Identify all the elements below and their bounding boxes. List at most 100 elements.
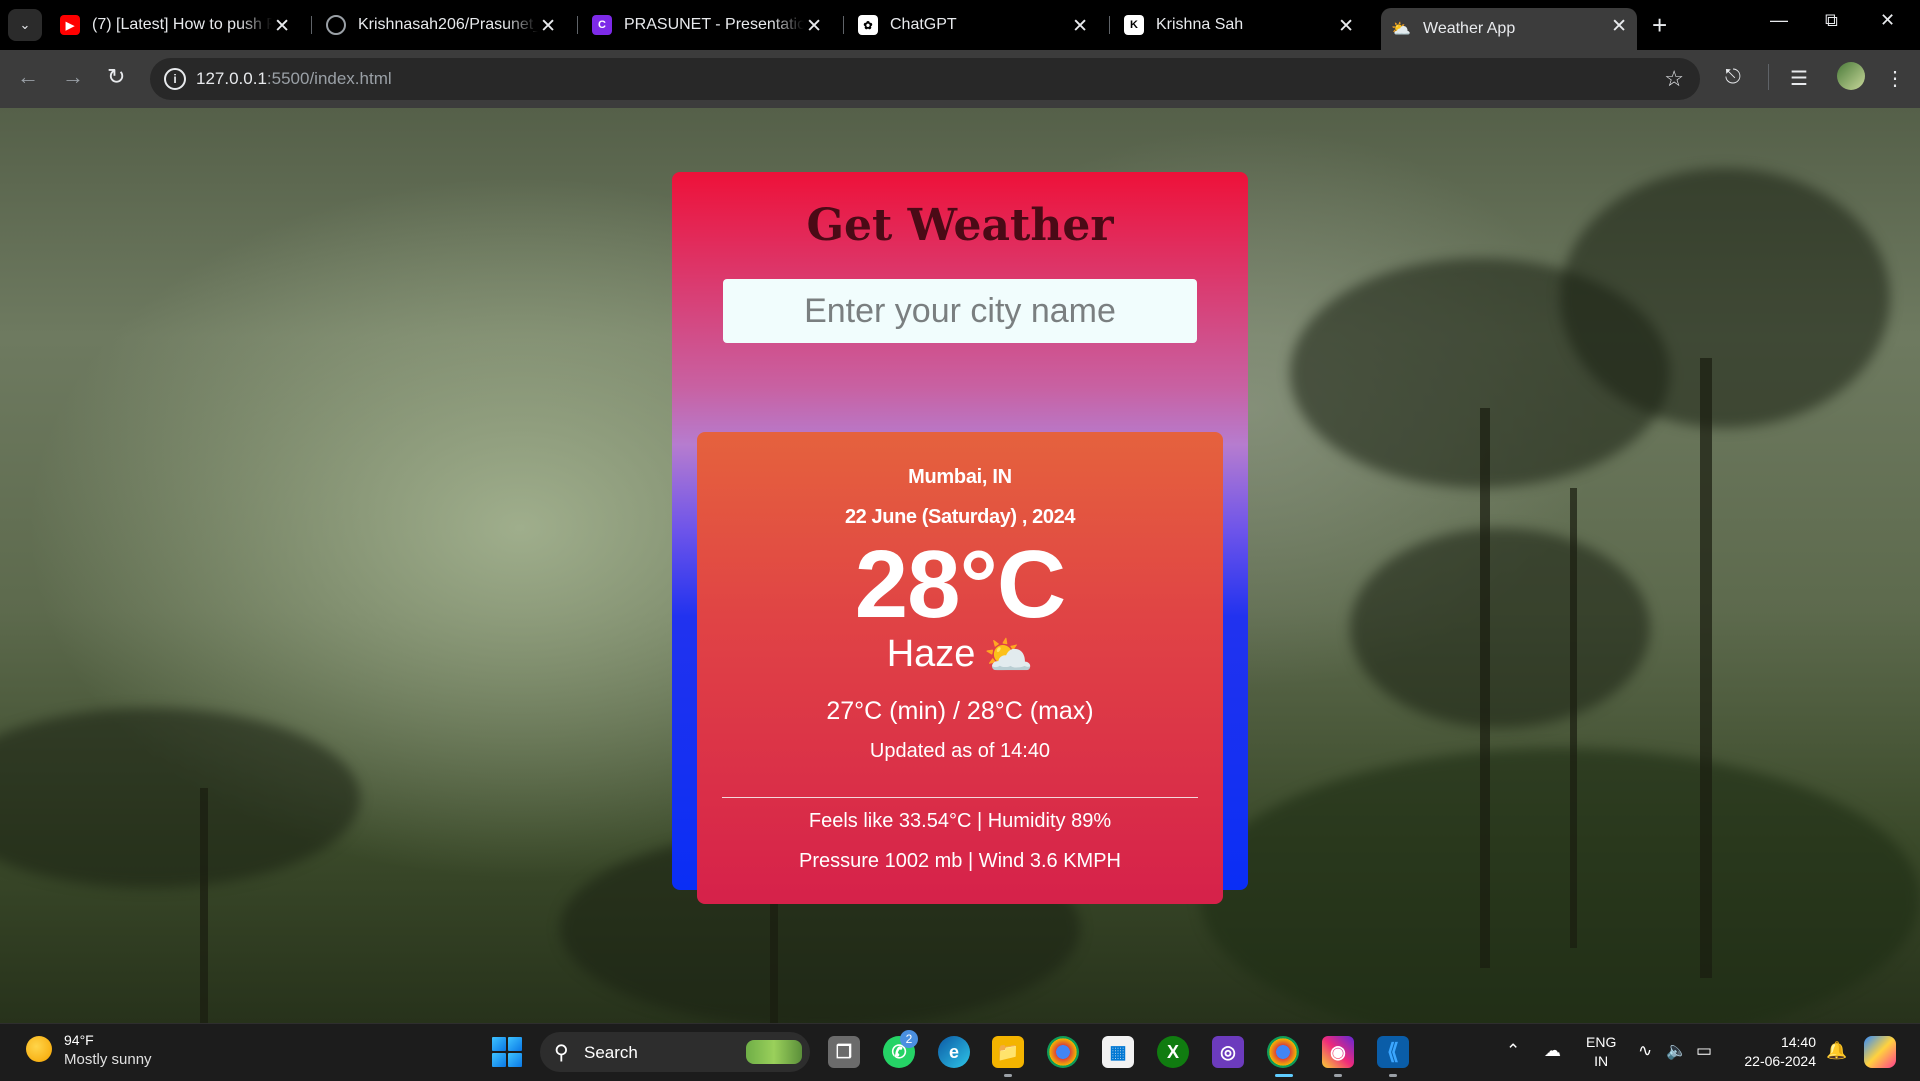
task-view-icon[interactable]: ❒	[828, 1036, 860, 1068]
weather-result-panel: Mumbai, IN 22 June (Saturday) , 2024 28°…	[697, 432, 1223, 904]
chatgpt-icon: ✿	[858, 15, 878, 35]
whatsapp-badge: 2	[900, 1030, 918, 1048]
tree-canopy	[1560, 168, 1890, 428]
city-name: Mumbai, IN	[908, 466, 1012, 488]
pressure-wind: Pressure 1002 mb | Wind 3.6 KMPH	[799, 850, 1121, 872]
extensions-puzzle-icon[interactable]: ⎋	[1725, 66, 1741, 89]
tab-title: Krishna Sah	[1156, 16, 1244, 33]
k-logo-icon: K	[1124, 15, 1144, 35]
notification-bell-icon[interactable]: 🔔	[1826, 1041, 1847, 1061]
tree-trunk	[1480, 408, 1490, 968]
weather-widget-condition[interactable]: Mostly sunny	[64, 1051, 152, 1068]
weather-icon: ⛅	[1391, 21, 1411, 38]
tab-chatgpt[interactable]: ✿ ChatGPT ✕	[848, 8, 1098, 42]
tab-title: (7) [Latest] How to push Re	[92, 16, 272, 33]
minimize-icon[interactable]: —	[1770, 10, 1788, 31]
close-icon[interactable]: ✕	[1338, 15, 1354, 38]
running-indicator	[1334, 1074, 1342, 1077]
browser-toolbar: ← → ↻ i 127.0.0.1:5500/index.html ☆ ⎋ ☰ …	[0, 50, 1920, 108]
bookmark-star-icon[interactable]: ☆	[1664, 66, 1684, 92]
onedrive-cloud-icon[interactable]: ☁	[1544, 1041, 1561, 1061]
tab-krishna-sah[interactable]: K Krishna Sah ✕	[1114, 8, 1364, 42]
more-menu-icon[interactable]: ⋮	[1885, 66, 1905, 91]
new-tab-icon[interactable]: +	[1652, 10, 1667, 41]
profile-avatar[interactable]	[1837, 62, 1865, 90]
tab-separator	[577, 16, 578, 34]
site-info-icon[interactable]: i	[164, 68, 186, 90]
active-indicator	[1275, 1074, 1293, 1077]
feels-like-humidity: Feels like 33.54°C | Humidity 89%	[808, 810, 1112, 832]
search-highlight-image	[746, 1040, 802, 1064]
file-explorer-icon[interactable]: 📁	[992, 1036, 1024, 1068]
back-arrow-icon[interactable]: ←	[17, 64, 39, 90]
tab-separator	[1109, 16, 1110, 34]
browser-tab-strip: ⌄ ▶ (7) [Latest] How to push Re ✕ Krishn…	[0, 0, 1920, 50]
system-clock[interactable]: 14:40 22-06-2024	[1736, 1033, 1816, 1071]
address-bar[interactable]: i 127.0.0.1:5500/index.html ☆	[150, 58, 1700, 100]
url-text[interactable]: 127.0.0.1:5500/index.html	[196, 69, 392, 89]
weather-widget-temp[interactable]: 94°F	[64, 1032, 94, 1048]
condition-label: Haze	[886, 633, 976, 675]
tab-separator	[311, 16, 312, 34]
close-icon[interactable]: ✕	[806, 15, 822, 38]
taskbar-search[interactable]: ⚲ Search	[540, 1032, 810, 1072]
updated-time: Updated as of 14:40	[869, 740, 1051, 762]
close-window-icon[interactable]: ✕	[1880, 10, 1895, 31]
tab-youtube[interactable]: ▶ (7) [Latest] How to push Re ✕	[50, 8, 300, 42]
min-max-temperature: 27°C (min) / 28°C (max)	[826, 697, 1094, 725]
tree-trunk	[1700, 358, 1712, 978]
github-icon	[326, 15, 346, 35]
weather-card: Get Weather Mumbai, IN 22 June (Saturday…	[672, 172, 1248, 904]
divider	[722, 797, 1198, 798]
chrome-profile-icon[interactable]	[1267, 1036, 1299, 1068]
tree-canopy	[0, 708, 360, 888]
running-indicator	[1389, 1074, 1397, 1077]
sun-behind-cloud-icon: ⛅	[983, 634, 1034, 678]
restore-icon[interactable]: ⧉	[1825, 10, 1838, 31]
windows-taskbar: 94°F Mostly sunny ⚲ Search ❒ ✆ 2 e 📁 ▦ X…	[0, 1023, 1920, 1081]
forward-arrow-icon[interactable]: →	[62, 64, 84, 90]
close-icon[interactable]: ✕	[274, 15, 290, 38]
tree-canopy	[1350, 528, 1650, 728]
copilot-icon[interactable]	[1864, 1036, 1896, 1068]
weather-condition: Haze ⛅	[697, 632, 1223, 679]
youtube-icon: ▶	[60, 15, 80, 35]
windows-start-icon[interactable]	[492, 1037, 522, 1067]
close-icon[interactable]: ✕	[540, 15, 556, 38]
reload-icon[interactable]: ↻	[107, 64, 125, 90]
tab-github[interactable]: Krishnasah206/Prasunet_W ✕	[316, 8, 566, 42]
tree-canopy	[1200, 748, 1920, 1023]
battery-icon[interactable]: ▭	[1696, 1041, 1712, 1061]
close-icon[interactable]: ✕	[1072, 15, 1088, 38]
city-search-input[interactable]	[723, 279, 1197, 343]
chrome-icon[interactable]	[1047, 1036, 1079, 1068]
xbox-icon[interactable]: X	[1157, 1036, 1189, 1068]
tab-title: Weather App	[1423, 20, 1516, 37]
chevron-down-icon: ⌄	[19, 17, 31, 32]
weather-widget-sun-icon[interactable]	[26, 1036, 52, 1062]
media-queue-icon[interactable]: ☰	[1790, 66, 1808, 91]
running-indicator	[1004, 1074, 1012, 1077]
tab-weather-app[interactable]: ⛅ Weather App ✕	[1381, 8, 1637, 50]
microsoft-store-icon[interactable]: ▦	[1102, 1036, 1134, 1068]
wifi-icon[interactable]: ∿	[1638, 1041, 1652, 1061]
tab-separator	[843, 16, 844, 34]
tab-search-button[interactable]: ⌄	[8, 9, 42, 41]
tab-canva[interactable]: C PRASUNET - Presentation ✕	[582, 8, 832, 42]
close-icon[interactable]: ✕	[1611, 15, 1627, 38]
show-hidden-icons-chevron-icon[interactable]: ⌃	[1506, 1041, 1520, 1061]
tab-title: PRASUNET - Presentation	[624, 16, 804, 33]
taskbar-search-label: Search	[584, 1043, 638, 1062]
tab-title: ChatGPT	[890, 16, 957, 33]
tab-title: Krishnasah206/Prasunet_W	[358, 16, 538, 33]
volume-icon[interactable]: 🔈	[1666, 1041, 1687, 1061]
search-icon: ⚲	[554, 1042, 569, 1064]
instagram-icon[interactable]: ◉	[1322, 1036, 1354, 1068]
edge-icon[interactable]: e	[938, 1036, 970, 1068]
toolbar-divider	[1768, 64, 1769, 90]
proton-icon[interactable]: ◎	[1212, 1036, 1244, 1068]
language-indicator[interactable]: ENG IN	[1586, 1033, 1616, 1071]
tree-trunk	[1570, 488, 1577, 948]
vscode-icon[interactable]: ⟪	[1377, 1036, 1409, 1068]
tree-trunk	[200, 788, 208, 1023]
